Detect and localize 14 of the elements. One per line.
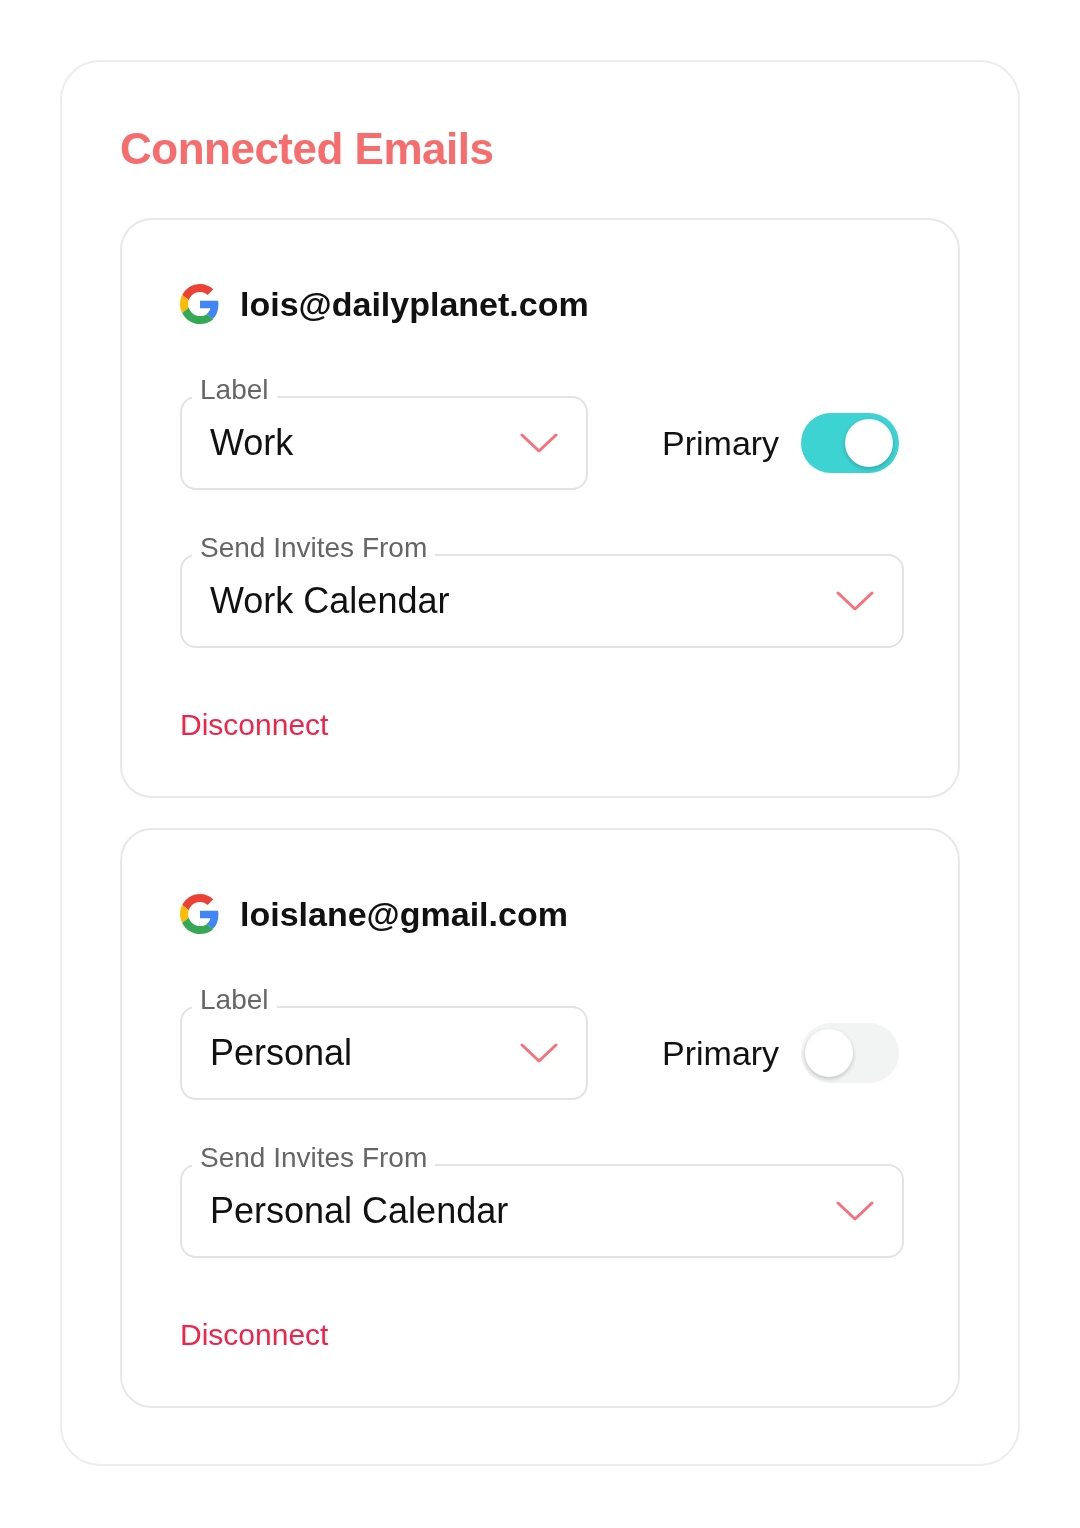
disconnect-link[interactable]: Disconnect: [180, 1318, 329, 1352]
chevron-down-icon: [520, 1042, 558, 1064]
chevron-down-icon: [836, 590, 874, 612]
primary-label: Primary: [662, 423, 780, 463]
primary-label: Primary: [662, 1033, 780, 1073]
email-address: loislane@gmail.com: [240, 894, 568, 934]
chevron-down-icon: [520, 432, 558, 454]
google-icon: [180, 894, 220, 934]
chevron-down-icon: [836, 1200, 874, 1222]
primary-toggle[interactable]: [801, 413, 900, 473]
email-address: lois@dailyplanet.com: [240, 284, 589, 324]
panel-title: Connected Emails: [120, 124, 495, 174]
google-icon: [180, 284, 220, 324]
disconnect-link[interactable]: Disconnect: [180, 708, 329, 742]
